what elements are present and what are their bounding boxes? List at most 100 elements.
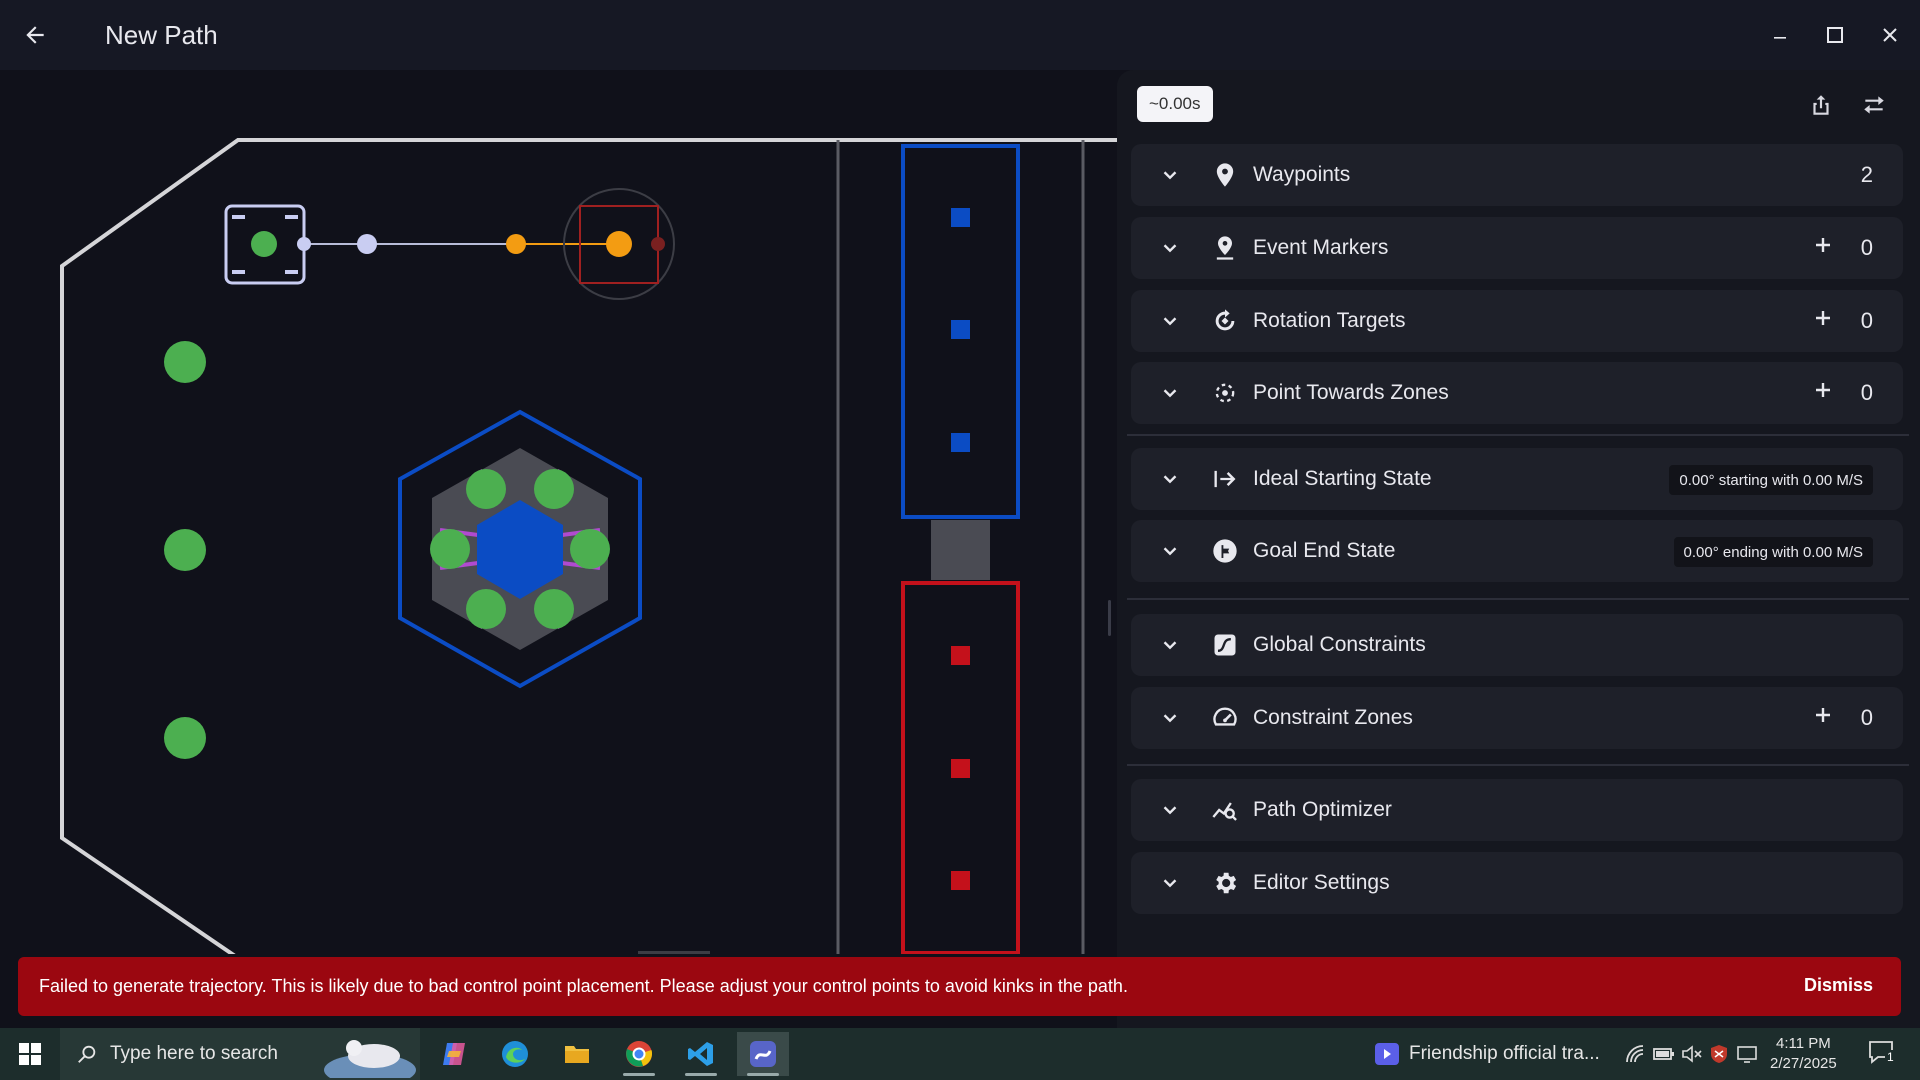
active-indicator [685, 1073, 717, 1076]
section-divider [1127, 598, 1909, 600]
security-shield-icon[interactable] [1708, 1043, 1730, 1065]
reef-algae [534, 589, 574, 629]
back-button[interactable] [18, 18, 52, 52]
maximize-button[interactable] [1818, 18, 1852, 52]
display-icon[interactable] [1736, 1043, 1758, 1065]
location-pin-icon [1216, 163, 1234, 187]
copilot-icon [443, 1043, 465, 1065]
game-piece [164, 529, 206, 571]
chevron-down-icon [1163, 879, 1177, 888]
reef-algae [570, 529, 610, 569]
field-bottom-marker [638, 951, 710, 954]
taskbar-copilot[interactable] [428, 1032, 480, 1076]
section-divider [1127, 764, 1909, 766]
blue-cage [951, 208, 970, 227]
add-point-towards-zone-button[interactable] [1809, 376, 1837, 404]
section-point-towards-zones[interactable]: Point Towards Zones 0 [1131, 362, 1903, 424]
start-heading-handle [297, 237, 311, 251]
volume-muted-icon[interactable] [1681, 1043, 1703, 1065]
taskbar-search[interactable]: Type here to search [60, 1028, 420, 1080]
section-label: Point Towards Zones [1253, 381, 1449, 404]
red-cage [951, 759, 970, 778]
taskbar-pathplanner[interactable] [737, 1032, 789, 1076]
section-constraint-zones[interactable]: Constraint Zones 0 [1131, 687, 1903, 749]
chrome-icon [626, 1041, 653, 1067]
plus-icon [1816, 238, 1830, 252]
section-event-markers[interactable]: Event Markers 0 [1131, 217, 1903, 279]
title-bar: New Path [0, 0, 1920, 70]
rotation-target-count: 0 [1860, 308, 1873, 333]
section-label: Waypoints [1253, 163, 1351, 186]
system-clock[interactable]: 4:11 PM 2/27/2025 [1770, 1034, 1837, 1074]
search-placeholder: Type here to search [110, 1043, 278, 1064]
section-label: Path Optimizer [1253, 798, 1392, 821]
vscode-icon [688, 1042, 713, 1066]
section-path-optimizer[interactable]: Path Optimizer [1131, 779, 1903, 841]
section-rotation-targets[interactable]: Rotation Targets 0 [1131, 290, 1903, 352]
media-title: Friendship official tra... [1409, 1043, 1600, 1064]
chevron-down-icon [1163, 641, 1177, 650]
reef-algae [466, 589, 506, 629]
start-waypoint [251, 231, 277, 257]
game-piece [164, 717, 206, 759]
add-rotation-target-button[interactable] [1809, 304, 1837, 332]
section-waypoints[interactable]: Waypoints 2 [1131, 144, 1903, 206]
end-waypoint [606, 231, 632, 257]
chevron-down-icon [1163, 806, 1177, 815]
path-editor-panel: ~0.00s Waypoints 2 Event Markers 0 Rotat… [1117, 70, 1920, 1028]
taskbar-edge[interactable] [489, 1032, 541, 1076]
plus-icon [1816, 311, 1830, 325]
section-editor-settings[interactable]: Editor Settings [1131, 852, 1903, 914]
share-icon [1813, 95, 1829, 115]
start-control-point [357, 234, 377, 254]
battery-icon[interactable] [1653, 1043, 1675, 1065]
taskbar-vscode[interactable] [675, 1032, 727, 1076]
notification-center-button[interactable]: 1 [1868, 1040, 1900, 1068]
section-divider [1127, 434, 1909, 436]
section-ideal-starting-state[interactable]: Ideal Starting State 0.00° starting with… [1131, 448, 1903, 510]
game-piece [164, 341, 206, 383]
start-button[interactable] [8, 1034, 52, 1074]
add-event-marker-button[interactable] [1809, 231, 1837, 259]
starting-state-summary: 0.00° starting with 0.00 M/S [1669, 465, 1873, 495]
constraints-icon [1214, 634, 1236, 656]
section-goal-end-state[interactable]: Goal End State 0.00° ending with 0.00 M/… [1131, 520, 1903, 582]
section-global-constraints[interactable]: Global Constraints [1131, 614, 1903, 676]
media-widget[interactable]: Friendship official tra... [1375, 1028, 1600, 1080]
speedometer-icon [1213, 707, 1237, 726]
close-button[interactable] [1873, 18, 1907, 52]
end-state-summary: 0.00° ending with 0.00 M/S [1673, 537, 1873, 567]
search-highlight-image [324, 1040, 416, 1078]
notification-count: 1 [1885, 1050, 1896, 1064]
section-label: Event Markers [1253, 236, 1389, 259]
plus-icon [1816, 383, 1830, 397]
section-label: Editor Settings [1253, 871, 1390, 894]
red-cage [951, 871, 970, 890]
chevron-down-icon [1163, 389, 1177, 398]
panel-resize-handle[interactable] [1108, 600, 1111, 636]
taskbar-chrome[interactable] [613, 1032, 665, 1076]
flag-icon [1213, 539, 1237, 563]
minimize-button[interactable] [1763, 18, 1797, 52]
section-label: Goal End State [1253, 539, 1396, 562]
barge-center [931, 520, 990, 580]
network-icon[interactable] [1624, 1043, 1646, 1065]
active-indicator [747, 1073, 779, 1076]
page-title: New Path [105, 20, 218, 50]
section-label: Constraint Zones [1253, 706, 1413, 729]
section-label: Ideal Starting State [1253, 467, 1432, 490]
clock-date: 2/27/2025 [1770, 1055, 1837, 1072]
maximize-icon [1827, 27, 1843, 43]
pathplanner-icon [750, 1041, 776, 1067]
clock-time: 4:11 PM [1775, 1035, 1831, 1052]
rotation-icon [1215, 309, 1235, 331]
minimize-icon [1774, 37, 1786, 39]
dismiss-button[interactable]: Dismiss [1804, 975, 1873, 996]
taskbar-file-explorer[interactable] [551, 1032, 603, 1076]
field-canvas[interactable] [0, 70, 1117, 954]
active-indicator [623, 1073, 655, 1076]
error-snackbar: Failed to generate trajectory. This is l… [18, 957, 1901, 1016]
swap-button[interactable] [1857, 88, 1891, 122]
share-button[interactable] [1804, 88, 1838, 122]
add-constraint-zone-button[interactable] [1809, 701, 1837, 729]
